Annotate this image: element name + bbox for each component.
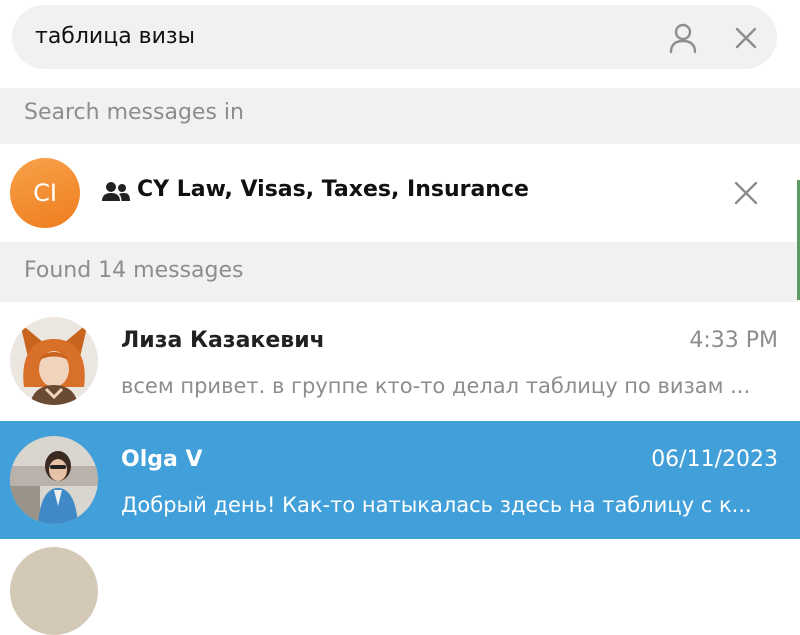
search-result-item-selected[interactable]: Olga V 06/11/2023 Добрый день! Как-то на… (0, 421, 800, 539)
search-by-user-button[interactable] (664, 19, 702, 57)
result-preview: всем привет. в группе кто-то делал табли… (121, 374, 751, 398)
result-sender: Olga V (121, 447, 203, 472)
close-icon (735, 27, 757, 49)
clear-search-button[interactable] (727, 19, 765, 57)
close-icon (734, 181, 758, 205)
search-bar: таблица визы (12, 5, 777, 69)
result-time: 4:33 PM (689, 328, 778, 353)
avatar (10, 317, 98, 405)
search-input[interactable]: таблица визы (35, 24, 195, 49)
remove-chat-filter-button[interactable] (728, 175, 764, 211)
chat-avatar: CI (10, 158, 80, 228)
avatar (10, 436, 98, 524)
chat-avatar-initials: CI (33, 179, 57, 207)
search-result-item-partial[interactable] (0, 539, 800, 635)
result-preview: Добрый день! Как-то натыкалась здесь на … (121, 493, 752, 517)
search-result-item[interactable]: Лиза Казакевич 4:33 PM всем привет. в гр… (0, 302, 800, 420)
found-messages-count: Found 14 messages (24, 258, 244, 283)
avatar (10, 547, 98, 635)
result-time: 06/11/2023 (651, 447, 778, 472)
found-messages-header: Found 14 messages (0, 242, 800, 302)
chat-filter-name: CY Law, Visas, Taxes, Insurance (137, 177, 529, 202)
search-in-label: Search messages in (24, 100, 244, 125)
user-icon (669, 23, 697, 54)
chat-filter: CI CY Law, Visas, Taxes, Insurance (0, 144, 800, 242)
result-sender: Лиза Казакевич (121, 328, 325, 353)
group-icon (102, 182, 130, 201)
search-in-header: Search messages in (0, 88, 800, 144)
